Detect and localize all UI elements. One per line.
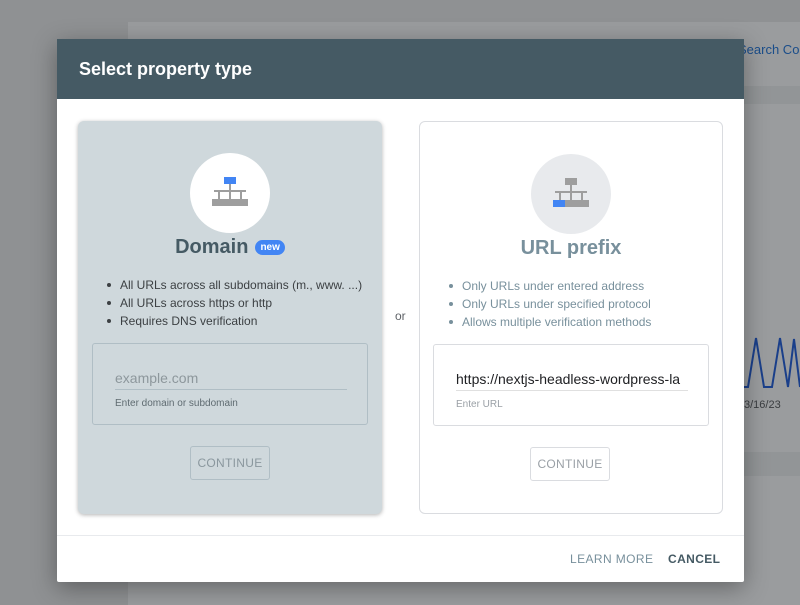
background-date-label: 3/16/23 — [744, 399, 781, 411]
list-item: Only URLs under specified protocol — [448, 297, 651, 311]
dialog-title: Select property type — [79, 58, 253, 79]
dialog-header: Select property type — [57, 39, 744, 99]
dialog-footer: LEARN MORE CANCEL — [57, 535, 744, 582]
domain-features-list: All URLs across all subdomains (m., www.… — [106, 276, 363, 330]
list-item: Requires DNS verification — [106, 312, 362, 330]
cancel-button[interactable]: CANCEL — [668, 552, 720, 566]
url-prefix-card[interactable]: URL prefix Only URLs under entered addre… — [419, 121, 723, 514]
new-badge: new — [255, 240, 285, 255]
url-input[interactable] — [456, 367, 688, 391]
sitemap-icon — [553, 178, 589, 207]
url-prefix-heading-label: URL prefix — [520, 237, 622, 259]
domain-input-helper: Enter domain or subdomain — [115, 398, 238, 409]
list-item: All URLs across https or http — [106, 294, 362, 312]
sitemap-icon — [212, 177, 248, 206]
learn-more-button[interactable]: LEARN MORE — [570, 552, 653, 566]
background-chart-line — [744, 337, 800, 388]
or-separator: or — [395, 309, 406, 323]
domain-input-box: Enter domain or subdomain — [92, 343, 368, 425]
list-item: Only URLs under entered address — [448, 277, 651, 295]
url-prefix-features-list: Only URLs under entered address Only URL… — [448, 277, 652, 331]
domain-continue-button[interactable]: CONTINUE — [190, 446, 270, 480]
domain-input[interactable] — [115, 366, 347, 390]
url-prefix-heading: URL prefix — [420, 237, 722, 260]
domain-card[interactable]: Domain new All URLs across all subdomain… — [78, 121, 382, 514]
domain-icon-circle — [190, 153, 270, 233]
background-search-console-link: Search Co — [738, 42, 800, 57]
domain-heading-label: Domain — [175, 236, 249, 258]
url-prefix-icon-circle — [531, 154, 611, 234]
url-prefix-continue-button[interactable]: CONTINUE — [530, 447, 610, 481]
domain-heading: Domain new — [78, 236, 382, 259]
list-item: All URLs across all subdomains (m., www.… — [106, 278, 363, 292]
list-item: Allows multiple verification methods — [448, 315, 652, 329]
url-input-helper: Enter URL — [456, 399, 503, 410]
select-property-dialog: Select property type Domain new All URLs… — [57, 39, 744, 582]
url-input-box: Enter URL — [433, 344, 709, 426]
